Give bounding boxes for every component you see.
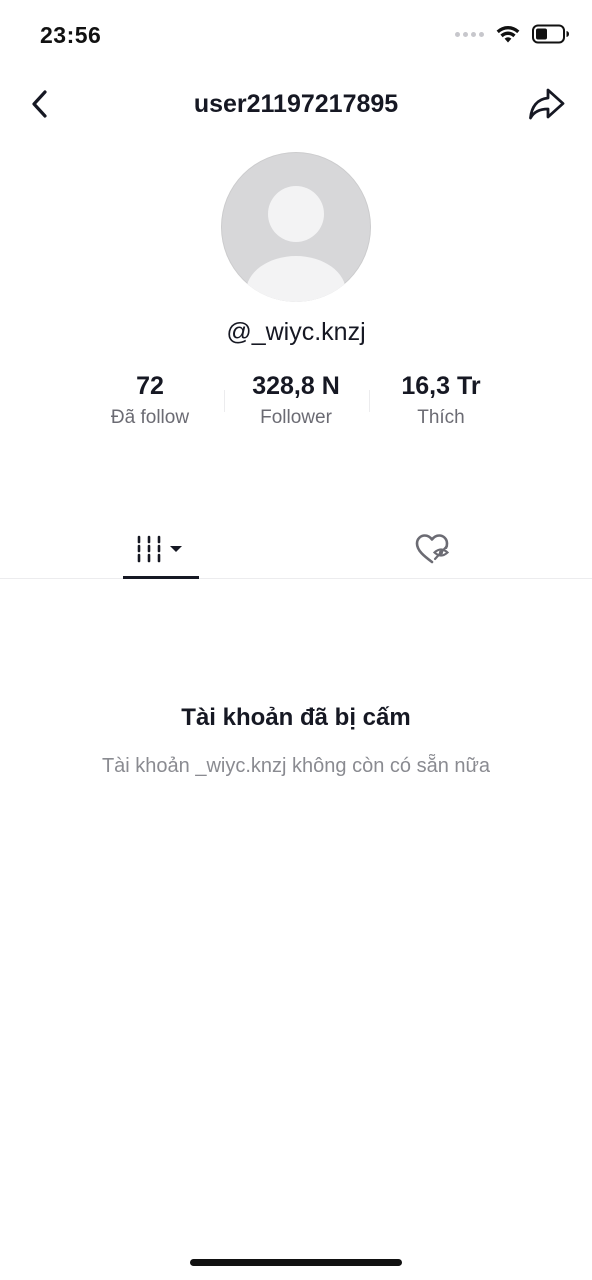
banned-description: Tài khoản _wiyc.knzj không còn có sẵn nữ…	[101, 755, 491, 777]
tab-videos[interactable]	[123, 520, 199, 578]
video-grid-dropdown-icon	[137, 535, 182, 563]
stat-followers[interactable]: 328,8 N Follower	[221, 370, 371, 432]
page-title: user21197217895	[193, 90, 399, 118]
profile-stats: 72 Đã follow 328,8 N Follower 16,3 Tr Th…	[0, 370, 592, 434]
status-time: 23:56	[40, 22, 102, 48]
profile-username: @_wiyc.knzj	[226, 318, 366, 346]
profile-tabs	[0, 520, 592, 579]
liked-hidden-heart-icon	[415, 534, 450, 564]
stat-value: 16,3 Tr	[401, 372, 481, 400]
active-tab-indicator	[123, 576, 199, 579]
stat-likes[interactable]: 16,3 Tr Thích	[366, 370, 516, 432]
stat-value: 72	[136, 372, 164, 400]
share-button[interactable]	[526, 84, 568, 124]
stat-following[interactable]: 72 Đã follow	[75, 370, 225, 432]
stat-label: Đã follow	[110, 407, 190, 428]
stat-label: Follower	[260, 407, 332, 428]
stat-value: 328,8 N	[252, 372, 340, 400]
default-avatar-icon	[246, 186, 346, 302]
tab-liked[interactable]	[400, 520, 466, 578]
battery-icon	[532, 24, 569, 44]
status-icons	[455, 24, 570, 44]
wifi-icon	[496, 26, 520, 43]
stat-label: Thích	[417, 407, 465, 428]
status-bar: 23:56	[0, 0, 592, 72]
banned-title: Tài khoản đã bị cấm	[181, 704, 411, 731]
home-indicator[interactable]	[190, 1259, 402, 1266]
header: user21197217895	[0, 76, 592, 132]
avatar	[221, 152, 371, 302]
signal-dots-icon	[455, 31, 484, 37]
share-arrow-icon	[529, 88, 565, 120]
